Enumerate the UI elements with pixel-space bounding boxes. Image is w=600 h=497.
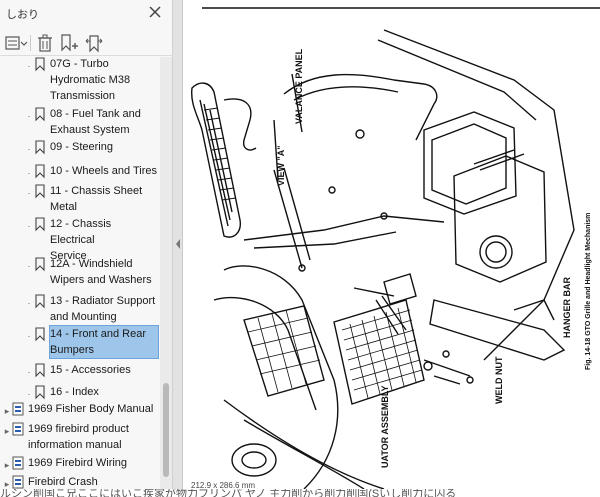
- tree-connector-icon: ·: [27, 367, 31, 377]
- weld-nut-label: WELD NUT: [494, 356, 504, 404]
- expand-toggle-icon[interactable]: ▸: [2, 476, 12, 489]
- tree-connector-icon: ·: [27, 168, 31, 178]
- panel-header: しおり: [0, 0, 173, 28]
- bookmark-item[interactable]: ▸ Firebird Crash: [2, 474, 160, 489]
- expand-toggle-icon[interactable]: ▸: [2, 403, 12, 419]
- bookmarks-scrollbar[interactable]: [160, 57, 172, 489]
- bookmark-icon: [12, 401, 24, 417]
- bookmark-label: 13 - Radiator Support and Mounting: [50, 295, 156, 323]
- tree-connector-icon: ·: [27, 331, 31, 341]
- toolbar-separator: [30, 35, 31, 51]
- view-a-label: VIEW "A": [276, 145, 286, 186]
- bookmark-item[interactable]: · 16 - Index: [24, 384, 160, 400]
- bookmark-item[interactable]: · 12 - Chassis Electrical Service: [24, 216, 160, 262]
- bookmark-icon: [34, 256, 46, 272]
- grille-headlight-diagram: VALANCE PANEL VIEW "A" HANGER BAR WELD N…: [190, 7, 600, 489]
- bookmark-item[interactable]: ▸ 1969 Firebird Wiring: [2, 455, 160, 471]
- options-menu-icon[interactable]: [4, 33, 28, 53]
- new-bookmark-icon[interactable]: [59, 33, 79, 53]
- bookmark-item[interactable]: ▸ 1969 Fisher Body Manual: [2, 401, 160, 417]
- bookmark-icon: [34, 106, 46, 122]
- bookmark-label: 11 - Chassis Sheet Metal: [50, 185, 143, 213]
- trash-icon[interactable]: [36, 33, 54, 53]
- hanger-bar-label: HANGER BAR: [562, 276, 572, 338]
- tree-connector-icon: ·: [27, 261, 31, 271]
- tree-connector-icon: ·: [27, 298, 31, 308]
- bookmark-icon: [12, 421, 24, 437]
- bookmark-item[interactable]: · 12A - Windshield Wipers and Washers: [24, 256, 160, 288]
- bookmark-label: 1969 Fisher Body Manual: [28, 403, 154, 415]
- bookmark-icon: [34, 326, 46, 342]
- expand-toggle-icon[interactable]: ▸: [2, 423, 12, 439]
- actuator-assembly-label: UATOR ASSEMBLY: [380, 385, 390, 468]
- bookmark-item[interactable]: · 09 - Steering: [24, 139, 160, 155]
- tree-connector-icon: ·: [27, 144, 31, 154]
- bottom-strip: ルシン削国こ兄ここにはいこ疾家が物力フリンパ ヤノ 主力削から削力削国(Sいし削…: [0, 489, 600, 497]
- tree-connector-icon: ·: [27, 389, 31, 399]
- panel-title: しおり: [6, 9, 39, 21]
- bookmark-item[interactable]: · 13 - Radiator Support and Mounting: [24, 293, 160, 325]
- bookmark-icon: [34, 163, 46, 179]
- bookmark-item[interactable]: · 08 - Fuel Tank and Exhaust System: [24, 106, 160, 138]
- bookmark-item[interactable]: · 07G - Turbo Hydromatic M38 Transmission: [24, 57, 160, 104]
- expand-toggle-icon[interactable]: ▸: [2, 457, 12, 473]
- bookmark-label: 12A - Windshield Wipers and Washers: [50, 258, 152, 286]
- bookmark-item[interactable]: · 11 - Chassis Sheet Metal: [24, 183, 160, 215]
- bookmark-label: 09 - Steering: [50, 141, 113, 153]
- bookmark-item[interactable]: ▸ 1969 firebird product information manua…: [2, 421, 160, 453]
- document-page: VALANCE PANEL VIEW "A" HANGER BAR WELD N…: [184, 0, 600, 489]
- bookmark-icon: [34, 362, 46, 378]
- bookmark-label: 07G - Turbo Hydromatic M38 Transmission: [50, 58, 131, 102]
- scrollbar-thumb[interactable]: [163, 383, 169, 477]
- valance-panel-label: VALANCE PANEL: [294, 48, 304, 124]
- expand-bookmark-icon[interactable]: [84, 33, 104, 53]
- bookmark-icon: [34, 216, 46, 232]
- bookmark-label: 1969 Firebird Wiring: [28, 457, 128, 469]
- bookmark-label: 14 - Front and Rear Bumpers: [49, 325, 159, 359]
- tree-connector-icon: ·: [27, 188, 31, 198]
- bookmark-icon: [34, 139, 46, 155]
- bookmark-icon: [34, 183, 46, 199]
- bookmark-label: 16 - Index: [50, 386, 99, 398]
- bookmarks-toolbar: [0, 30, 173, 56]
- panel-splitter[interactable]: [173, 0, 183, 489]
- tree-connector-icon: ·: [27, 221, 31, 231]
- tree-connector-icon: ·: [27, 61, 31, 71]
- bookmark-tree: · 07G - Turbo Hydromatic M38 Transmission…: [0, 57, 160, 489]
- bookmark-icon: [12, 474, 24, 489]
- bookmark-icon: [34, 384, 46, 400]
- bookmark-icon: [34, 57, 46, 72]
- tree-connector-icon: ·: [27, 111, 31, 121]
- bookmark-icon: [34, 293, 46, 309]
- bookmark-label: 08 - Fuel Tank and Exhaust System: [50, 108, 141, 136]
- bookmark-label: 10 - Wheels and Tires: [50, 165, 157, 177]
- bookmark-label: 15 - Accessories: [50, 364, 131, 376]
- bookmark-label: 1969 firebird product information manual: [28, 423, 129, 451]
- bottom-caption-text: ルシン削国こ兄ここにはいこ疾家が物力フリンパ ヤノ 主力削から削力削国(Sいし削…: [0, 489, 457, 497]
- close-icon[interactable]: [147, 4, 163, 20]
- bookmark-item[interactable]: · 10 - Wheels and Tires: [24, 163, 160, 179]
- figure-caption: Fig. 14-18 GTO Grille and Headlight Mech…: [585, 213, 592, 370]
- bookmark-item[interactable]: · 14 - Front and Rear Bumpers: [24, 325, 160, 359]
- bookmark-item[interactable]: · 15 - Accessories: [24, 362, 160, 378]
- collapse-arrow-icon[interactable]: [175, 237, 181, 251]
- bookmarks-panel: しおり · 07G - Turbo Hydromatic M38 Transmi…: [0, 0, 173, 489]
- bookmark-icon: [12, 455, 24, 471]
- bookmark-label: Firebird Crash: [28, 476, 98, 488]
